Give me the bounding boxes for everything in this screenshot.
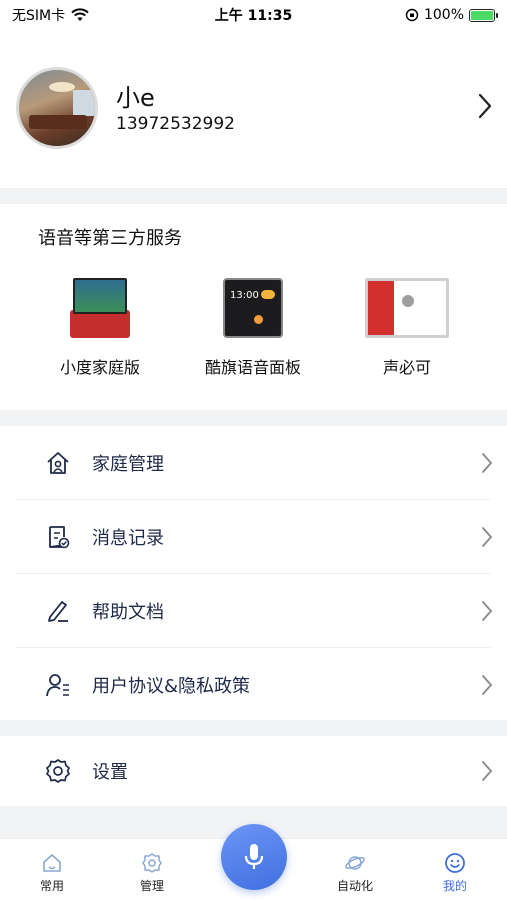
tab-automation[interactable]: 自动化 (315, 839, 395, 900)
menu-item-home-management[interactable]: 家庭管理 (0, 426, 507, 499)
settings-section: 设置 (0, 736, 507, 806)
device-kuqi-panel[interactable]: 13:00 酷旗语音面板 (183, 278, 323, 378)
profile-card[interactable]: 小e 13972532992 (0, 30, 507, 188)
tab-label: 常用 (39, 879, 64, 893)
menu-item-label: 用户协议&隐私政策 (92, 675, 251, 697)
home-icon (47, 451, 69, 474)
device-label: 小度家庭版 (59, 358, 140, 377)
gear-icon (46, 759, 70, 783)
battery-percent: 100% (423, 7, 464, 23)
menu-item-label: 家庭管理 (92, 453, 164, 475)
tab-mine[interactable]: 我的 (415, 839, 495, 900)
device-label: 声必可 (382, 358, 431, 377)
kuqi-panel-image: 13:00 (223, 278, 283, 338)
tab-label: 自动化 (336, 879, 373, 893)
status-left: 无SIM卡 (12, 5, 89, 25)
menu-item-label: 帮助文档 (92, 601, 164, 623)
user-agreement-icon (46, 673, 69, 696)
chevron-right-icon (482, 674, 493, 695)
xiaodu-device-image (70, 278, 130, 338)
tab-common[interactable]: 常用 (12, 839, 92, 900)
voice-mic-button[interactable] (221, 824, 287, 890)
device-xiaodu[interactable]: 小度家庭版 (30, 278, 170, 378)
menu-item-message-record[interactable]: 消息记录 (0, 500, 507, 573)
home-icon (43, 854, 61, 872)
menu-item-settings[interactable]: 设置 (0, 736, 507, 806)
device-shengbike[interactable]: 声必可 (337, 278, 477, 378)
device-label: 酷旗语音面板 (204, 358, 301, 377)
chevron-right-icon (482, 761, 493, 781)
smile-icon (445, 853, 465, 873)
chevron-right-icon (482, 600, 493, 621)
panel-screen-time: 13:00 (230, 290, 259, 301)
status-right: 100% (405, 7, 498, 23)
gear-icon (142, 853, 162, 873)
chevron-right-icon (482, 526, 493, 547)
tab-label: 管理 (139, 879, 164, 893)
user-phone: 13972532992 (116, 114, 235, 134)
orientation-lock-icon (405, 8, 419, 22)
menu-list: 家庭管理 消息记录 帮助文档 用户协议&隐私政策 (0, 426, 507, 720)
third-party-services: 语音等第三方服务 小度家庭版 13:00 酷旗语音面板 声必可 (0, 204, 507, 410)
pen-doc-icon (48, 600, 68, 622)
menu-item-user-agreement[interactable]: 用户协议&隐私政策 (0, 648, 507, 721)
menu-item-help-docs[interactable]: 帮助文档 (0, 574, 507, 647)
chevron-right-icon[interactable] (477, 92, 493, 120)
services-title: 语音等第三方服务 (38, 228, 182, 249)
avatar[interactable] (16, 67, 98, 149)
message-record-icon (49, 525, 70, 548)
planet-icon (345, 856, 365, 870)
status-bar: 无SIM卡 上午 11:35 100% (0, 0, 507, 30)
carrier-text: 无SIM卡 (12, 8, 66, 24)
tab-manage[interactable]: 管理 (112, 839, 192, 900)
menu-item-label: 消息记录 (92, 527, 164, 549)
user-name: 小e (116, 84, 155, 112)
battery-icon (469, 8, 498, 22)
microphone-icon (244, 844, 264, 869)
tab-label: 我的 (442, 879, 467, 893)
chevron-right-icon (482, 452, 493, 473)
menu-item-label: 设置 (92, 762, 128, 783)
shengbike-device-image (365, 278, 449, 338)
wifi-icon (71, 8, 89, 21)
